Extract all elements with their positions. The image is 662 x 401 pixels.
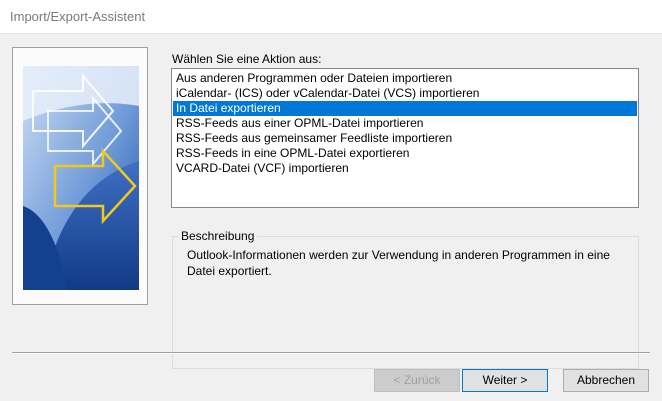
window-title: Import/Export-Assistent xyxy=(10,9,146,24)
title-bar: Import/Export-Assistent xyxy=(0,0,662,33)
action-list-item[interactable]: RSS-Feeds aus einer OPML-Datei importier… xyxy=(173,116,637,131)
button-separator xyxy=(12,352,650,354)
action-list-item[interactable]: RSS-Feeds in eine OPML-Datei exportieren xyxy=(173,146,637,161)
dialog-body: Wählen Sie eine Aktion aus: Aus anderen … xyxy=(0,33,662,401)
next-button[interactable]: Weiter > xyxy=(462,369,548,392)
action-list-item-selected[interactable]: In Datei exportieren xyxy=(173,101,637,116)
action-list-item[interactable]: RSS-Feeds aus gemeinsamer Feedliste impo… xyxy=(173,131,637,146)
wizard-artwork-image xyxy=(12,47,148,305)
back-button[interactable]: < Zurück xyxy=(374,369,460,392)
action-prompt-label: Wählen Sie eine Aktion aus: xyxy=(172,52,322,66)
action-list-item[interactable]: iCalendar- (ICS) oder vCalendar-Datei (V… xyxy=(173,86,637,101)
action-list-item[interactable]: Aus anderen Programmen oder Dateien impo… xyxy=(173,71,637,86)
wizard-arrows-graphic xyxy=(23,66,139,290)
description-text: Outlook-Informationen werden zur Verwend… xyxy=(187,248,610,278)
description-legend: Beschreibung xyxy=(178,229,258,243)
action-listbox[interactable]: Aus anderen Programmen oder Dateien impo… xyxy=(171,68,639,208)
description-group: Beschreibung Outlook-Informationen werde… xyxy=(172,229,639,369)
action-list-item[interactable]: VCARD-Datei (VCF) importieren xyxy=(173,161,637,176)
cancel-button[interactable]: Abbrechen xyxy=(563,369,649,392)
